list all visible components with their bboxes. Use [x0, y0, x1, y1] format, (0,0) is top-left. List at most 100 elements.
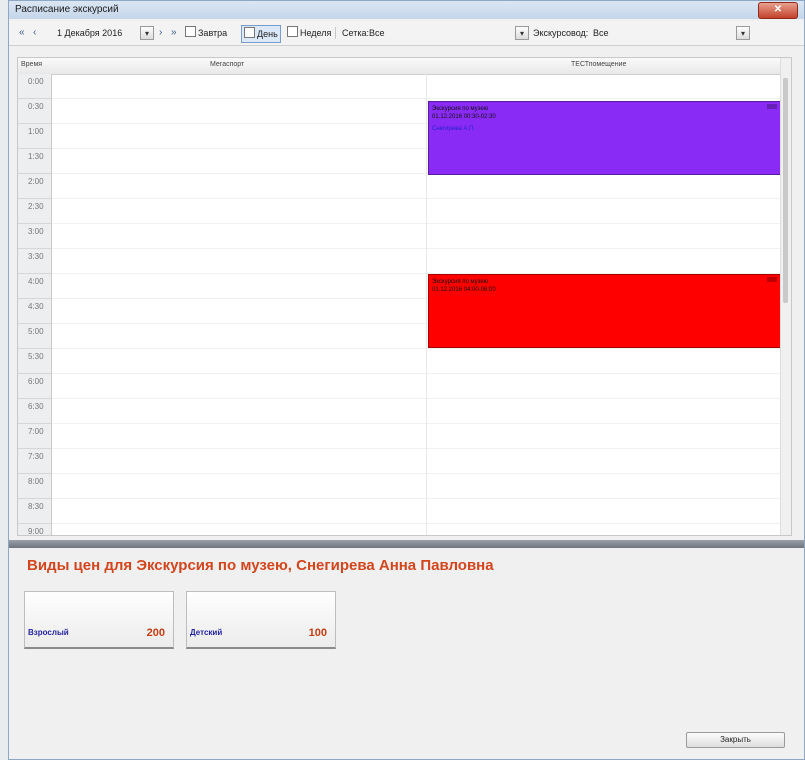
- time-label: 7:00: [28, 427, 44, 436]
- time-slot: 1:00: [18, 124, 51, 149]
- scrollbar-thumb[interactable]: [783, 78, 788, 303]
- column-header-time: Время: [21, 61, 43, 68]
- chevron-down-icon: ▾: [519, 29, 524, 38]
- checkbox-icon: [287, 26, 298, 37]
- grid-line: [52, 398, 791, 399]
- guide-label: Экскурсовод:: [533, 28, 589, 38]
- column-divider: [426, 74, 427, 535]
- tomorrow-toggle[interactable]: Завтра: [185, 25, 227, 41]
- grid-select-value[interactable]: Все: [369, 25, 385, 41]
- price-name: Детский: [190, 628, 223, 637]
- time-slot: 4:00: [18, 274, 51, 299]
- nav-next-button[interactable]: ›: [159, 25, 162, 41]
- grid-line: [52, 423, 791, 424]
- time-label: 9:00: [28, 527, 44, 536]
- time-slot: 8:00: [18, 474, 51, 499]
- event-corner-marker: [767, 104, 777, 109]
- checkbox-icon: [244, 27, 255, 38]
- event-block[interactable]: Экскурсия по музею 01.12.2016 00:30-02:3…: [428, 101, 782, 175]
- time-slot: 6:00: [18, 374, 51, 399]
- close-button[interactable]: Закрыть: [686, 732, 785, 748]
- time-label: 6:30: [28, 402, 44, 411]
- date-dropdown-button[interactable]: ▾: [140, 26, 154, 40]
- time-slot: 8:30: [18, 499, 51, 524]
- grid-label: Сетка:: [342, 28, 369, 38]
- chevron-down-icon: ▾: [740, 29, 745, 38]
- price-value: 100: [308, 627, 327, 639]
- time-label: 3:30: [28, 252, 44, 261]
- grid-line: [52, 448, 791, 449]
- time-label: 5:00: [28, 327, 44, 336]
- time-slot: 5:00: [18, 324, 51, 349]
- time-label: 5:30: [28, 352, 44, 361]
- grid-line: [52, 223, 791, 224]
- toolbar-separator: [335, 27, 336, 39]
- panel-divider: [9, 540, 804, 548]
- time-slot: 7:00: [18, 424, 51, 449]
- time-label: 1:30: [28, 152, 44, 161]
- window-title: Расписание экскурсий: [15, 4, 119, 15]
- title-bar: Расписание экскурсий ✕: [9, 1, 804, 19]
- chevron-down-icon: ▾: [144, 29, 149, 38]
- time-label: 1:00: [28, 127, 44, 136]
- price-types-heading: Виды цен для Экскурсия по музею, Снегире…: [27, 557, 494, 574]
- time-slot: 4:30: [18, 299, 51, 324]
- date-field[interactable]: 1 Декабря 2016: [57, 25, 122, 41]
- grid-line: [52, 523, 791, 524]
- day-toggle[interactable]: День: [241, 25, 281, 43]
- time-slot: 1:30: [18, 149, 51, 174]
- schedule-scrollbar[interactable]: [780, 58, 791, 535]
- event-block[interactable]: Экскурсия по музею 01.12.2016 04:00-06:0…: [428, 274, 782, 348]
- grid-line: [52, 248, 791, 249]
- grid-line: [52, 373, 791, 374]
- time-slot: 2:30: [18, 199, 51, 224]
- time-label: 0:00: [28, 77, 44, 86]
- week-toggle[interactable]: Неделя: [287, 25, 331, 41]
- time-label: 4:30: [28, 302, 44, 311]
- event-time: 01.12.2016 04:00-06:00: [432, 287, 496, 293]
- time-label: 2:00: [28, 177, 44, 186]
- guide-select-value[interactable]: Все: [593, 25, 609, 41]
- event-corner-marker: [767, 277, 777, 282]
- schedule-header: Время Мегаспорт ТЕСТпомещение: [18, 58, 791, 75]
- time-slot: 3:30: [18, 249, 51, 274]
- day-label: День: [257, 29, 278, 39]
- event-title: Экскурсия по музею: [432, 279, 489, 285]
- nav-last-button[interactable]: »: [171, 25, 177, 41]
- column-header-testroom: ТЕСТпомещение: [571, 61, 627, 68]
- week-label: Неделя: [300, 28, 332, 38]
- grid-line: [52, 498, 791, 499]
- window-close-button[interactable]: ✕: [758, 2, 798, 19]
- guide-dropdown-button[interactable]: ▾: [736, 26, 750, 40]
- time-slot: 0:00: [18, 74, 51, 99]
- time-label: 3:00: [28, 227, 44, 236]
- grid-line: [52, 198, 791, 199]
- event-time: 01.12.2016 00:30-02:30: [432, 114, 496, 120]
- price-name: Взрослый: [28, 628, 69, 637]
- time-label: 8:00: [28, 477, 44, 486]
- grid-line: [52, 348, 791, 349]
- price-value: 200: [146, 627, 165, 639]
- grid-dropdown-button[interactable]: ▾: [515, 26, 529, 40]
- time-label: 2:30: [28, 202, 44, 211]
- checkbox-icon: [185, 26, 196, 37]
- price-card-child[interactable]: Детский 100: [186, 591, 336, 649]
- time-slot: 9:00: [18, 524, 51, 536]
- time-slot: 7:30: [18, 449, 51, 474]
- schedule-window: Расписание экскурсий ✕ « ‹ 1 Декабря 201…: [8, 0, 805, 760]
- grid-line: [52, 473, 791, 474]
- time-slot: 6:30: [18, 399, 51, 424]
- schedule-grid[interactable]: Время Мегаспорт ТЕСТпомещение 0:00 0:30 1:…: [17, 57, 792, 536]
- time-slot: 5:30: [18, 349, 51, 374]
- time-slot: 0:30: [18, 99, 51, 124]
- price-card-adult[interactable]: Взрослый 200: [24, 591, 174, 649]
- time-label: 7:30: [28, 452, 44, 461]
- grid-line: [52, 98, 791, 99]
- event-guide: Снегирева А.П.: [432, 126, 475, 132]
- time-label: 4:00: [28, 277, 44, 286]
- column-header-megasport: Мегаспорт: [210, 61, 245, 68]
- time-label: 0:30: [28, 102, 44, 111]
- nav-first-button[interactable]: «: [19, 25, 25, 41]
- nav-prev-button[interactable]: ‹: [33, 25, 36, 41]
- time-label: 8:30: [28, 502, 44, 511]
